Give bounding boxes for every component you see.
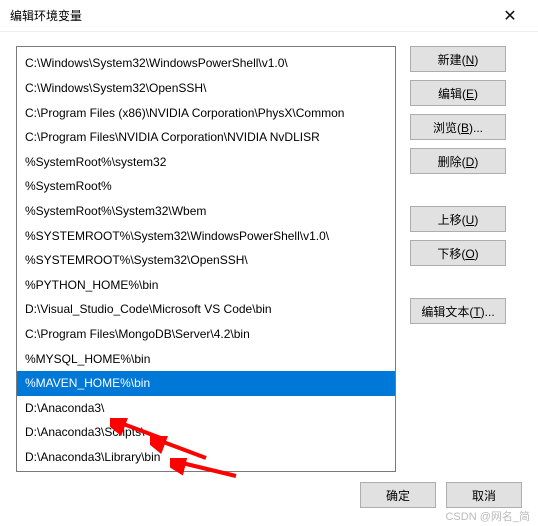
list-item[interactable]: %PYTHON_HOME%\bin (17, 273, 395, 298)
new-button[interactable]: 新建(N) (410, 46, 506, 72)
movedown-button[interactable]: 下移(O) (410, 240, 506, 266)
window-title: 编辑环境变量 (10, 7, 82, 24)
delete-button[interactable]: 删除(D) (410, 148, 506, 174)
edittext-button[interactable]: 编辑文本(T)... (410, 298, 506, 324)
button-column: 新建(N) 编辑(E) 浏览(B)... 删除(D) 上移(U) 下移(O) 编… (410, 46, 506, 472)
cancel-button[interactable]: 取消 (446, 482, 522, 508)
browse-button[interactable]: 浏览(B)... (410, 114, 506, 140)
ok-button[interactable]: 确定 (360, 482, 436, 508)
dialog-footer: 确定 取消 (360, 482, 522, 508)
list-item[interactable]: C:\Program Files (x86)\NVIDIA Corporatio… (17, 101, 395, 126)
list-item[interactable]: %MAVEN_HOME%\bin (17, 371, 395, 396)
list-item[interactable]: C:\Program Files\NVIDIA Corporation\NVID… (17, 125, 395, 150)
path-listbox[interactable]: C:\Program Files (x86)\Common Files\Orac… (17, 47, 395, 471)
list-item[interactable]: %SystemRoot%\system32 (17, 150, 395, 175)
list-item[interactable]: C:\Windows\System32\WindowsPowerShell\v1… (17, 51, 395, 76)
list-item[interactable]: %MYSQL_HOME%\bin (17, 347, 395, 372)
list-item[interactable]: %SystemRoot% (17, 174, 395, 199)
list-item[interactable]: D:\Visual_Studio_Code\Microsoft VS Code\… (17, 297, 395, 322)
moveup-button[interactable]: 上移(U) (410, 206, 506, 232)
path-listbox-container: C:\Program Files (x86)\Common Files\Orac… (16, 46, 396, 472)
watermark-text: CSDN @网名_简 (445, 508, 530, 524)
list-item[interactable]: D:\Anaconda3\Scripts\ (17, 420, 395, 445)
list-item[interactable]: D:\Anaconda3\Library\bin (17, 445, 395, 470)
list-item[interactable]: C:\Windows\System32\OpenSSH\ (17, 76, 395, 101)
list-item[interactable]: %SYSTEMROOT%\System32\OpenSSH\ (17, 248, 395, 273)
list-item[interactable]: %SYSTEMROOT%\System32\WindowsPowerShell\… (17, 224, 395, 249)
titlebar: 编辑环境变量 ✕ (0, 0, 538, 32)
close-button[interactable]: ✕ (490, 2, 530, 30)
content-area: C:\Program Files (x86)\Common Files\Orac… (0, 32, 538, 474)
list-item[interactable]: D:\Anaconda3\ (17, 396, 395, 421)
edit-button[interactable]: 编辑(E) (410, 80, 506, 106)
list-item[interactable]: %SystemRoot%\System32\Wbem (17, 199, 395, 224)
list-item[interactable]: C:\Program Files\MongoDB\Server\4.2\bin (17, 322, 395, 347)
